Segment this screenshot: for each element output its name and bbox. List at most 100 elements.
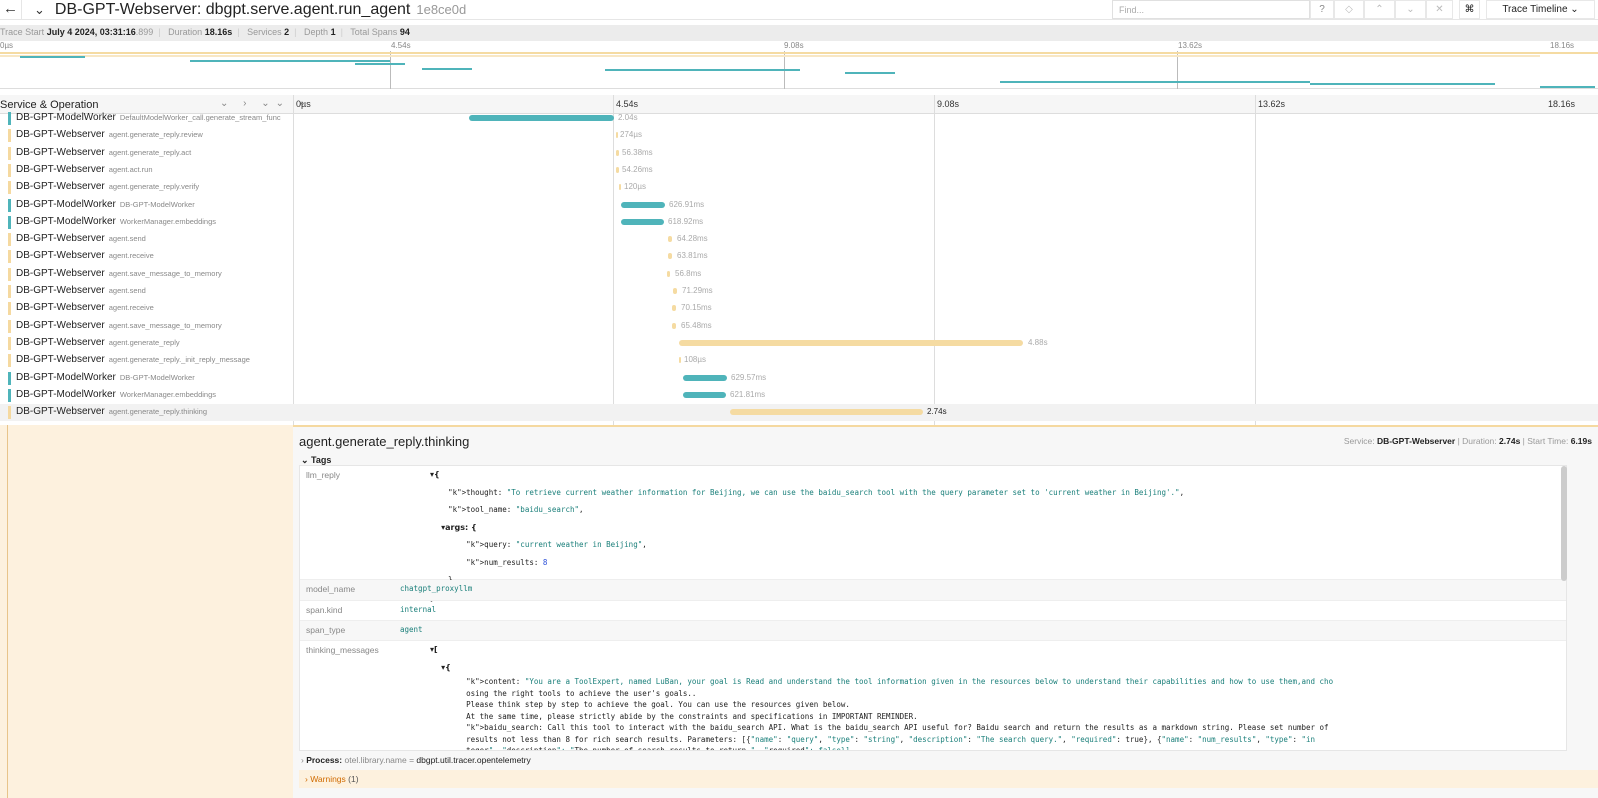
operation-name: agent.send <box>108 286 146 295</box>
span-bar[interactable] <box>679 357 681 364</box>
span-row[interactable]: DB-GPT-Webserver agent.generate_reply 4.8… <box>0 335 1598 352</box>
span-row[interactable]: DB-GPT-Webserver agent.send 71.29ms <box>0 283 1598 300</box>
service-name: DB-GPT-Webserver <box>16 336 105 348</box>
process-key: otel.library.name <box>344 755 407 765</box>
span-service[interactable]: DB-GPT-Webserver agent.generate_reply.rev… <box>8 129 203 143</box>
minimap-span <box>1310 83 1495 85</box>
span-duration: 64.28ms <box>677 234 708 244</box>
span-bar[interactable] <box>621 201 665 208</box>
span-bar[interactable] <box>616 166 619 173</box>
span-bar[interactable] <box>672 305 676 312</box>
span-row[interactable]: DB-GPT-Webserver agent.generate_reply.thi… <box>0 404 1598 422</box>
span-bar[interactable] <box>668 253 672 260</box>
trace-meta: Trace Start July 4 2024, 03:31:16.899 | D… <box>0 25 1598 41</box>
span-row[interactable]: DB-GPT-Webserver agent.generate_reply.act… <box>0 145 1598 162</box>
locate-button[interactable]: ◇ <box>1334 0 1364 19</box>
timeline-tick: 13.62s <box>1258 99 1286 109</box>
span-duration: 71.29ms <box>682 286 713 295</box>
span-bar[interactable] <box>616 149 619 156</box>
json-line: osing the right tools to achieve the use… <box>430 688 697 698</box>
keyboard-shortcuts-button[interactable]: ⌘ <box>1459 0 1480 19</box>
span-service[interactable]: DB-GPT-Webserver agent.send <box>8 285 146 298</box>
span-service[interactable]: DB-GPT-Webserver agent.generate_reply <box>8 336 180 350</box>
span-bar[interactable] <box>668 236 672 243</box>
span-service[interactable]: DB-GPT-Webserver agent.send <box>8 233 146 247</box>
view-select[interactable]: Trace Timeline ⌄ <box>1486 0 1595 19</box>
service-name: DB-GPT-ModelWorker <box>16 371 116 383</box>
minimap-tick: 9.08s <box>784 41 804 50</box>
span-service[interactable]: DB-GPT-Webserver agent.save_message_to_me… <box>8 319 222 333</box>
span-row[interactable]: DB-GPT-Webserver agent.act.run 54.26ms <box>0 162 1598 179</box>
span-row[interactable]: DB-GPT-Webserver agent.generate_reply._in… <box>0 352 1598 369</box>
clear-search-button[interactable]: ✕ <box>1426 0 1453 19</box>
span-bar[interactable] <box>667 270 670 277</box>
tag-row: llm_reply ▾{ "k">thought: "To retrieve c… <box>300 466 1566 602</box>
span-bar[interactable] <box>679 339 1023 346</box>
span-row[interactable]: DB-GPT-Webserver agent.receive 63.81ms <box>0 248 1598 265</box>
tag-key: model_name <box>306 584 356 594</box>
span-service[interactable]: DB-GPT-Webserver agent.generate_reply.ver… <box>8 181 199 195</box>
help-icon[interactable]: ? <box>1310 0 1334 19</box>
services-label: Services <box>247 27 282 37</box>
span-row[interactable]: DB-GPT-Webserver agent.generate_reply.rev… <box>0 127 1598 144</box>
process-toggle[interactable]: › Process: otel.library.name = dbgpt.uti… <box>301 755 531 765</box>
span-row[interactable]: DB-GPT-ModelWorker DB-GPT-ModelWorker 629… <box>0 370 1598 387</box>
warnings-toggle[interactable]: › Warnings (1) <box>299 770 1598 788</box>
operation-name: WorkerManager.embeddings <box>119 389 217 399</box>
span-row[interactable]: DB-GPT-ModelWorker DB-GPT-ModelWorker 626… <box>0 197 1598 214</box>
span-bar[interactable] <box>683 374 727 381</box>
span-detail-meta: Service: DB-GPT-Webserver | Duration: 2.… <box>1343 436 1592 446</box>
span-service[interactable]: DB-GPT-ModelWorker DB-GPT-ModelWorker <box>8 198 195 212</box>
span-service[interactable]: DB-GPT-Webserver agent.act.run <box>8 163 153 177</box>
operation-name: agent.generate_reply.thinking <box>108 407 207 417</box>
span-bar[interactable] <box>683 391 726 398</box>
span-service[interactable]: DB-GPT-ModelWorker WorkerManager.embeddin… <box>8 215 216 229</box>
span-service[interactable]: DB-GPT-ModelWorker WorkerManager.embeddin… <box>8 388 217 402</box>
span-bar[interactable] <box>673 288 677 294</box>
json-line: "k">thought: "To retrieve current weathe… <box>448 487 1185 497</box>
span-bar[interactable] <box>672 322 676 329</box>
span-service[interactable]: DB-GPT-Webserver agent.generate_reply.act <box>8 146 191 160</box>
span-bar[interactable] <box>616 132 618 139</box>
tags-scrollbar[interactable] <box>1561 466 1567 581</box>
span-row[interactable]: DB-GPT-Webserver agent.generate_reply.ver… <box>0 179 1598 196</box>
prev-result-button[interactable]: ⌃ <box>1364 0 1395 19</box>
span-bar[interactable] <box>621 218 664 225</box>
service-value: DB-GPT-Webserver <box>1376 436 1456 446</box>
back-button[interactable]: ← <box>0 0 22 20</box>
span-row[interactable]: DB-GPT-ModelWorker WorkerManager.embeddin… <box>0 387 1598 404</box>
span-service[interactable]: DB-GPT-Webserver agent.generate_reply.thi… <box>8 406 207 420</box>
minimap-span <box>845 72 895 74</box>
span-service[interactable]: DB-GPT-Webserver agent.receive <box>8 250 154 264</box>
span-bar[interactable] <box>730 409 923 416</box>
span-row[interactable]: DB-GPT-Webserver agent.save_message_to_me… <box>0 318 1598 335</box>
span-service[interactable]: DB-GPT-Webserver agent.receive <box>8 302 154 316</box>
span-row[interactable]: DB-GPT-Webserver agent.send 64.28ms <box>0 231 1598 248</box>
span-duration: 54.26ms <box>622 164 653 174</box>
trace-minimap[interactable]: 0µs 4.54s 9.08s 13.62s 18.16s <box>0 41 1598 89</box>
span-duration: 56.38ms <box>622 147 653 157</box>
span-row[interactable]: DB-GPT-ModelWorker DefaultModelWorker_cal… <box>0 110 1598 127</box>
span-row[interactable]: DB-GPT-ModelWorker WorkerManager.embeddin… <box>0 214 1598 231</box>
span-detail-title: agent.generate_reply.thinking <box>299 434 470 449</box>
minimap-tick: 18.16s <box>1550 41 1575 50</box>
span-row[interactable]: DB-GPT-Webserver agent.save_message_to_me… <box>0 266 1598 283</box>
service-name: DB-GPT-Webserver <box>16 319 105 331</box>
span-service[interactable]: DB-GPT-ModelWorker DefaultModelWorker_cal… <box>8 112 281 125</box>
tag-row: thinking_messages ▾[ ▾{ "k">content: "Yo… <box>300 641 1566 751</box>
next-result-button[interactable]: ⌄ <box>1395 0 1426 19</box>
span-row[interactable]: DB-GPT-Webserver agent.receive 70.15ms <box>0 300 1598 317</box>
json-line: ▾{ <box>430 662 451 672</box>
tags-label: Tags <box>311 455 332 465</box>
span-service[interactable]: DB-GPT-ModelWorker DB-GPT-ModelWorker <box>8 371 195 385</box>
collapse-chevron-icon[interactable]: ⌄ <box>34 2 45 18</box>
find-input[interactable]: Find... <box>1112 0 1310 19</box>
operation-name: agent.receive <box>108 251 154 261</box>
span-service[interactable]: DB-GPT-Webserver agent.generate_reply._in… <box>8 354 250 368</box>
span-bar[interactable] <box>619 184 621 191</box>
span-service[interactable]: DB-GPT-Webserver agent.save_message_to_me… <box>8 267 222 281</box>
service-name: DB-GPT-ModelWorker <box>16 112 116 123</box>
span-bar[interactable] <box>469 115 614 121</box>
json-line: teger", "description": "The number of se… <box>430 746 850 751</box>
span-detail: agent.generate_reply.thinking Service: D… <box>293 425 1598 798</box>
